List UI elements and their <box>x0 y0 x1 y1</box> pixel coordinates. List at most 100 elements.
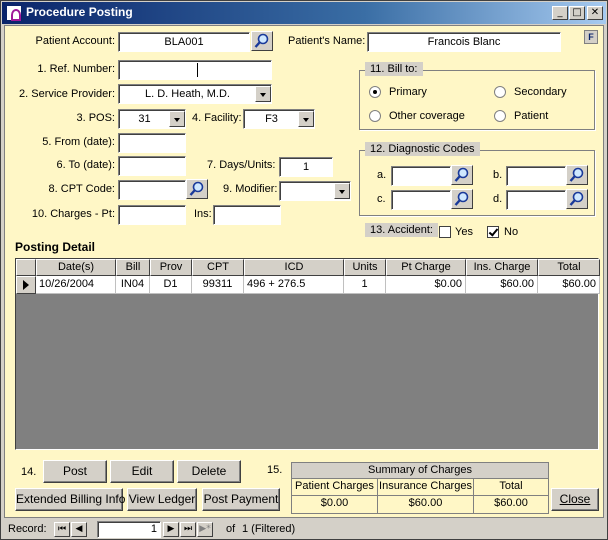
pos-label: 3. POS: <box>76 112 115 124</box>
cell-ins-charge[interactable]: $60.00 <box>466 276 538 294</box>
col-header-icd[interactable]: ICD <box>244 259 344 276</box>
modifier-label: 9. Modifier: <box>223 183 278 195</box>
col-header-prov[interactable]: Prov <box>150 259 192 276</box>
cpt-lookup-button[interactable] <box>186 179 208 199</box>
diag-d-field[interactable] <box>506 190 566 210</box>
service-provider-label: 2. Service Provider: <box>19 88 115 100</box>
cell-bill[interactable]: IN04 <box>116 276 150 294</box>
close-window-button[interactable]: ✕ <box>587 6 603 20</box>
diag-d-label: d. <box>493 193 503 205</box>
pos-dropdown-button[interactable] <box>169 111 185 127</box>
table-row[interactable]: 10/26/2004 IN04 D1 99311 496 + 276.5 1 $… <box>16 276 600 294</box>
cell-cpt[interactable]: 99311 <box>192 276 244 294</box>
posting-detail-title: Posting Detail <box>15 240 96 254</box>
service-provider-dropdown-button[interactable] <box>255 86 271 102</box>
extended-billing-info-button[interactable]: Extended Billing Info <box>15 488 125 511</box>
diagnostic-codes-title: 12. Diagnostic Codes <box>365 142 480 156</box>
to-date-label: 6. To (date): <box>56 159 116 171</box>
facility-label: 4. Facility: <box>192 112 242 124</box>
accident-no-label: No <box>504 226 519 238</box>
accident-yes-checkbox[interactable] <box>439 226 451 238</box>
diag-a-field[interactable] <box>391 166 451 186</box>
post-payment-button[interactable]: Post Payment <box>202 488 280 511</box>
summary-patient-charges-value: $0.00 <box>292 496 378 513</box>
diag-b-field[interactable] <box>506 166 566 186</box>
col-header-pt-charge[interactable]: Pt Charge <box>386 259 466 276</box>
text-cursor <box>197 63 198 77</box>
modifier-dropdown-button[interactable] <box>334 183 350 199</box>
close-button[interactable]: Close <box>551 488 599 511</box>
bill-to-primary-radio[interactable] <box>369 86 381 98</box>
ins-label: Ins: <box>194 208 212 220</box>
edit-button[interactable]: Edit <box>110 460 174 483</box>
cell-total[interactable]: $60.00 <box>538 276 600 294</box>
current-record-field[interactable]: 1 <box>97 521 161 538</box>
help-icon[interactable]: F <box>584 30 598 44</box>
maximize-button[interactable]: □ <box>569 6 585 20</box>
bill-to-secondary-label: Secondary <box>514 86 567 98</box>
diag-a-lookup-button[interactable] <box>451 165 473 185</box>
diag-c-lookup-button[interactable] <box>451 189 473 209</box>
accident-label: 13. Accident: <box>365 223 438 237</box>
facility-dropdown-button[interactable] <box>298 111 314 127</box>
cell-units[interactable]: 1 <box>344 276 386 294</box>
from-date-field[interactable] <box>118 133 186 153</box>
col-header-units[interactable]: Units <box>344 259 386 276</box>
grid-header: Date(s) Bill Prov CPT ICD Units Pt Charg… <box>16 259 600 276</box>
summary-col-insurance-charges: Insurance Charges <box>378 479 474 496</box>
diag-b-lookup-button[interactable] <box>566 165 588 185</box>
service-provider-select[interactable]: L. D. Heath, M.D. <box>118 84 272 104</box>
post-button[interactable]: Post <box>43 460 107 483</box>
bill-to-patient-radio[interactable] <box>494 110 506 122</box>
patient-name-field[interactable]: Francois Blanc <box>367 32 561 52</box>
patient-lookup-button[interactable] <box>251 31 273 51</box>
cell-prov[interactable]: D1 <box>150 276 192 294</box>
diag-b-label: b. <box>493 169 503 181</box>
ins-charges-field[interactable] <box>213 205 281 225</box>
cpt-code-field[interactable] <box>118 180 186 200</box>
delete-button[interactable]: Delete <box>177 460 241 483</box>
diag-d-lookup-button[interactable] <box>566 189 588 209</box>
cell-icd[interactable]: 496 + 276.5 <box>244 276 344 294</box>
bill-to-other-coverage-radio[interactable] <box>369 110 381 122</box>
next-record-button[interactable]: ▶ <box>163 522 179 537</box>
summary-col-patient-charges: Patient Charges <box>292 479 378 496</box>
summary-total-value: $60.00 <box>494 497 528 509</box>
magnifier-icon <box>569 167 584 182</box>
view-ledger-button[interactable]: View Ledger <box>127 488 197 511</box>
to-date-field[interactable] <box>118 156 186 176</box>
cell-pt-charge[interactable]: $0.00 <box>386 276 466 294</box>
previous-record-button[interactable]: ◀ <box>71 522 87 537</box>
diag-c-field[interactable] <box>391 190 451 210</box>
form-body: F Patient Account: BLA001 Patient's Name… <box>4 25 604 518</box>
accident-yes-label: Yes <box>455 226 473 238</box>
charges-pt-field[interactable] <box>118 205 186 225</box>
summary-title: Summary of Charges <box>292 463 548 479</box>
posting-detail-grid: Date(s) Bill Prov CPT ICD Units Pt Charg… <box>15 258 600 450</box>
ref-number-field[interactable] <box>118 60 272 80</box>
last-record-button[interactable]: ⏭ <box>180 522 196 537</box>
col-header-bill[interactable]: Bill <box>116 259 150 276</box>
days-units-field[interactable]: 1 <box>279 157 333 177</box>
col-header-cpt[interactable]: CPT <box>192 259 244 276</box>
magnifier-icon <box>254 33 269 48</box>
record-count: 1 (Filtered) <box>242 523 296 535</box>
col-header-ins-charge[interactable]: Ins. Charge <box>466 259 538 276</box>
charges-pt-label: 10. Charges - Pt: <box>31 208 115 220</box>
bill-to-secondary-radio[interactable] <box>494 86 506 98</box>
first-record-button[interactable]: ⏮ <box>54 522 70 537</box>
magnifier-icon <box>454 167 469 182</box>
new-record-button[interactable]: ▶* <box>197 522 213 537</box>
row-selector-arrow-icon[interactable] <box>16 276 36 294</box>
cell-date[interactable]: 10/26/2004 <box>36 276 116 294</box>
record-navigation-bar: Record: ⏮ ◀ 1 ▶ ⏭ ▶* of 1 (Filtered) <box>4 519 604 539</box>
ref-number-label: 1. Ref. Number: <box>37 63 115 75</box>
minimize-button[interactable]: _ <box>552 6 568 20</box>
bill-to-primary-label: Primary <box>389 86 427 98</box>
magnifier-icon <box>454 191 469 206</box>
col-header-total[interactable]: Total <box>538 259 600 276</box>
patient-account-field[interactable]: BLA001 <box>118 32 250 52</box>
col-header-dates[interactable]: Date(s) <box>36 259 116 276</box>
patient-name-label: Patient's Name: <box>288 35 366 47</box>
accident-no-checkbox[interactable] <box>487 226 499 238</box>
